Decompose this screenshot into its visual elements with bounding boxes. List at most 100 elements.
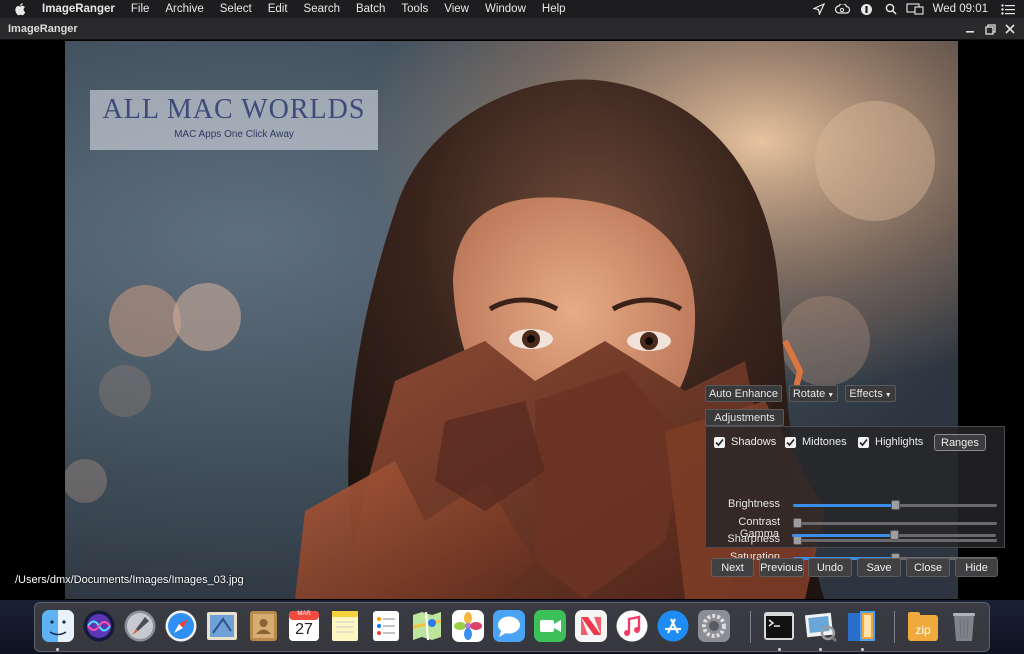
window-title: ImageRanger (8, 22, 78, 35)
music-icon[interactable] (615, 609, 649, 643)
status-area: Wed 09:01 (807, 0, 1024, 18)
adjustments-tab-label: Adjustments (714, 411, 775, 424)
clock[interactable]: Wed 09:01 (927, 3, 996, 15)
menu-app-name[interactable]: ImageRanger (42, 0, 123, 18)
save-label: Save (866, 561, 892, 574)
shadows-checkbox[interactable]: Shadows (714, 436, 776, 448)
contacts-icon[interactable] (246, 609, 280, 643)
gamma-slider[interactable] (792, 530, 996, 540)
menu-archive[interactable]: Archive (157, 0, 211, 18)
siri-icon[interactable] (82, 609, 116, 643)
books-icon[interactable] (845, 609, 879, 643)
undo-label: Undo (816, 561, 844, 574)
next-button[interactable]: Next (711, 558, 754, 577)
apple-menu-icon[interactable] (14, 0, 28, 18)
menu-select[interactable]: Select (212, 0, 260, 18)
menu-view[interactable]: View (436, 0, 477, 18)
gamma-knob[interactable] (890, 530, 899, 540)
window-controls (960, 18, 1020, 40)
brightness-slider-row: Brightness (706, 496, 1006, 514)
system-preferences-icon[interactable] (697, 609, 731, 643)
running-indicator (56, 648, 59, 651)
midtones-checkbox[interactable]: Midtones (785, 436, 847, 448)
messages-icon[interactable] (492, 609, 526, 643)
undo-button[interactable]: Undo (808, 558, 852, 577)
menu-file[interactable]: File (123, 0, 158, 18)
dock-separator (894, 611, 895, 643)
chevron-down-icon: ▼ (884, 391, 892, 399)
brightness-fill (793, 504, 895, 507)
trash-icon[interactable] (947, 609, 981, 643)
watermark-subtitle: MAC Apps One Click Away (174, 129, 294, 140)
ranges-label: Ranges (941, 436, 979, 449)
calendar-day: 27 (295, 621, 313, 638)
watermark-title: ALL MAC WORLDS (102, 94, 366, 125)
news-icon[interactable] (574, 609, 608, 643)
mail-icon[interactable] (205, 609, 239, 643)
brightness-knob[interactable] (891, 500, 900, 510)
file-path: /Users/dmx/Documents/Images/Images_03.jp… (15, 574, 244, 586)
next-label: Next (721, 561, 744, 574)
calendar-month: MAR (297, 611, 311, 617)
rotate-dropdown[interactable]: Rotate ▼ (789, 385, 838, 402)
menu-edit[interactable]: Edit (260, 0, 296, 18)
effects-dropdown[interactable]: Effects ▼ (845, 385, 896, 402)
finder-icon[interactable] (41, 609, 75, 643)
safari-icon[interactable] (164, 609, 198, 643)
close-icon[interactable] (1000, 19, 1020, 39)
previous-button[interactable]: Previous (759, 558, 804, 577)
brightness-slider[interactable] (793, 500, 997, 510)
ranges-button[interactable]: Ranges (934, 434, 986, 451)
calendar-icon[interactable]: MAR 27 (287, 609, 321, 643)
menu-help[interactable]: Help (534, 0, 574, 18)
menu-window[interactable]: Window (477, 0, 534, 18)
gamma-label: Gamma (739, 528, 779, 540)
highlights-checkbox[interactable]: Highlights (858, 436, 923, 448)
dock: MAR 27 zip (34, 602, 990, 652)
facetime-icon[interactable] (533, 609, 567, 643)
menu-bar: ImageRanger File Archive Select Edit Sea… (0, 0, 1024, 18)
menu-tools[interactable]: Tools (393, 0, 436, 18)
contrast-slider[interactable] (793, 518, 997, 528)
display-icon[interactable] (903, 0, 927, 18)
auto-enhance-label: Auto Enhance (708, 387, 779, 400)
previous-label: Previous (760, 561, 803, 574)
image-viewer[interactable]: ALL MAC WORLDS MAC Apps One Click Away /… (0, 40, 1024, 600)
save-button[interactable]: Save (857, 558, 901, 577)
creative-cloud-icon[interactable] (831, 0, 855, 18)
search-icon[interactable] (879, 0, 903, 18)
menu-list-icon[interactable] (996, 0, 1020, 18)
checkmark-icon[interactable] (785, 436, 796, 448)
gamma-slider-row: Gamma (705, 526, 1005, 544)
watermark: ALL MAC WORLDS MAC Apps One Click Away (90, 90, 378, 150)
chevron-down-icon: ▼ (827, 391, 835, 399)
shortcuts-icon[interactable] (855, 0, 879, 18)
location-arrow-icon[interactable] (807, 0, 831, 18)
zip-label: zip (915, 623, 931, 637)
photos-icon[interactable] (451, 609, 485, 643)
reminders-icon[interactable] (369, 609, 403, 643)
launchpad-icon[interactable] (123, 609, 157, 643)
app-store-icon[interactable] (656, 609, 690, 643)
gamma-fill (792, 534, 894, 537)
archive-zip-icon[interactable]: zip (906, 609, 940, 643)
window-title-bar[interactable]: ImageRanger (0, 18, 1024, 40)
preview-icon[interactable] (803, 609, 838, 643)
highlights-label: Highlights (875, 436, 924, 448)
menu-search[interactable]: Search (296, 0, 348, 18)
checkmark-icon[interactable] (858, 436, 869, 448)
notes-icon[interactable] (328, 609, 362, 643)
checkmark-icon[interactable] (714, 436, 725, 448)
restore-icon[interactable] (980, 19, 1000, 39)
shadows-label: Shadows (731, 436, 777, 448)
tab-adjustments[interactable]: Adjustments (705, 409, 784, 426)
auto-enhance-button[interactable]: Auto Enhance (705, 385, 782, 402)
midtones-label: Midtones (802, 436, 847, 448)
menu-batch[interactable]: Batch (348, 0, 393, 18)
minimize-icon[interactable] (960, 19, 980, 39)
terminal-icon[interactable] (762, 609, 796, 643)
rotate-label: Rotate (792, 387, 826, 400)
maps-icon[interactable] (410, 609, 444, 643)
hide-button[interactable]: Hide (955, 558, 998, 577)
close-button[interactable]: Close (906, 558, 950, 577)
